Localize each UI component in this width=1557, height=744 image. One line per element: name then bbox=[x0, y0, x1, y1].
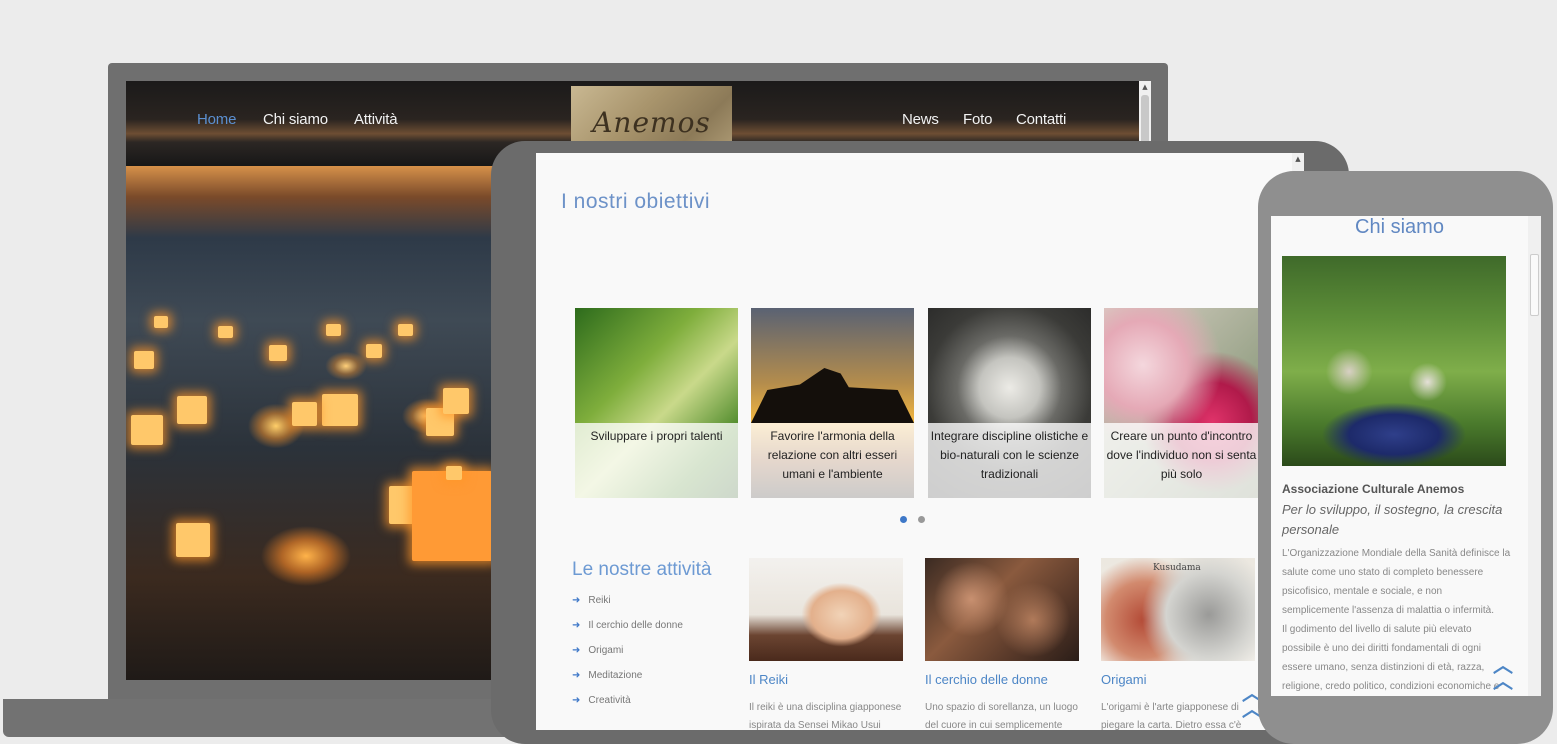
carousel-dot[interactable] bbox=[918, 516, 925, 523]
lantern-shape bbox=[398, 324, 413, 336]
activity-link-reiki[interactable]: ➜ Reiki bbox=[572, 595, 611, 606]
nav-contatti-link[interactable]: Contatti bbox=[1016, 111, 1066, 128]
lantern-shape bbox=[269, 345, 287, 361]
cerchio-card-image[interactable] bbox=[925, 558, 1079, 661]
lantern-shape bbox=[154, 316, 168, 328]
tablet-screen: I nostri obiettivi Sviluppare i propri t… bbox=[536, 153, 1304, 730]
activity-link-creativita[interactable]: ➜ Creatività bbox=[572, 695, 631, 706]
slide-card[interactable]: Sviluppare i propri talenti bbox=[575, 308, 738, 498]
activity-link-meditazione[interactable]: ➜ Meditazione bbox=[572, 670, 642, 681]
slide-caption: Favorire l'armonia della relazione con a… bbox=[751, 423, 914, 498]
horse-silhouette-shape bbox=[751, 368, 914, 423]
arrow-right-icon: ➜ bbox=[572, 595, 581, 606]
org-name: Associazione Culturale Anemos bbox=[1282, 482, 1465, 496]
logo-text: Anemos bbox=[592, 106, 711, 139]
lantern-shape bbox=[412, 471, 492, 561]
slide-caption: Sviluppare i propri talenti bbox=[575, 423, 738, 498]
activity-link-cerchio[interactable]: ➜ Il cerchio delle donne bbox=[572, 620, 683, 631]
scrollbar-thumb[interactable] bbox=[1530, 254, 1539, 316]
lantern-shape bbox=[443, 388, 469, 414]
card-text-origami: L'origami è l'arte giapponese di piegare… bbox=[1101, 702, 1242, 730]
lantern-shape bbox=[177, 396, 207, 424]
slide-card[interactable]: Favorire l'armonia della relazione con a… bbox=[751, 308, 914, 498]
group-photo bbox=[1282, 256, 1506, 466]
carousel-dot-active[interactable] bbox=[900, 516, 907, 523]
card-title-reiki[interactable]: Il Reiki bbox=[749, 672, 788, 687]
arrow-right-icon: ➜ bbox=[572, 645, 581, 656]
activity-link-origami[interactable]: ➜ Origami bbox=[572, 645, 623, 656]
phone-screen: Chi siamo Associazione Culturale Anemos … bbox=[1271, 216, 1541, 696]
slide-caption: Creare un punto d'incontro dove l'indivi… bbox=[1104, 423, 1259, 498]
slide-card[interactable]: Integrare discipline olistiche e bio-nat… bbox=[928, 308, 1091, 498]
scroll-up-arrow-icon[interactable]: ▲ bbox=[1140, 81, 1150, 93]
arrow-right-icon: ➜ bbox=[572, 620, 581, 631]
lantern-shape bbox=[131, 415, 163, 445]
card-title-cerchio[interactable]: Il cerchio delle donne bbox=[925, 672, 1048, 687]
lantern-shape bbox=[326, 324, 341, 336]
kusudama-label: Kusudama bbox=[1153, 563, 1201, 573]
nav-news-link[interactable]: News bbox=[902, 111, 939, 128]
slide-card[interactable]: Creare un punto d'incontro dove l'indivi… bbox=[1104, 308, 1259, 498]
org-tagline: Per lo sviluppo, il sostegno, la crescit… bbox=[1282, 502, 1503, 537]
lantern-shape bbox=[134, 351, 154, 369]
lantern-shape bbox=[176, 523, 210, 557]
lantern-shape bbox=[218, 326, 233, 338]
card-text-cerchio: Uno spazio di sorellanza, un luogo del c… bbox=[925, 702, 1078, 730]
nav-attivita-link[interactable]: Attività bbox=[354, 111, 398, 128]
nav-chi-siamo-link[interactable]: Chi siamo bbox=[263, 111, 328, 128]
nav-home-link[interactable]: Home bbox=[197, 111, 236, 128]
phone-scrollbar[interactable] bbox=[1528, 216, 1541, 696]
arrow-right-icon: ➜ bbox=[572, 695, 581, 706]
arrow-right-icon: ➜ bbox=[572, 670, 581, 681]
page-title: Chi siamo bbox=[1355, 216, 1444, 238]
nav-foto-link[interactable]: Foto bbox=[963, 111, 992, 128]
section-title: I nostri obiettivi bbox=[561, 190, 711, 213]
double-chevron-up-icon[interactable]: ︿ ︿ bbox=[1493, 655, 1513, 691]
lantern-shape bbox=[322, 394, 358, 426]
activities-title: Le nostre attività bbox=[572, 559, 712, 580]
card-title-origami[interactable]: Origami bbox=[1101, 672, 1147, 687]
reiki-card-image[interactable] bbox=[749, 558, 903, 661]
about-paragraph: L'Organizzazione Mondiale della Sanità d… bbox=[1282, 548, 1511, 692]
lantern-shape bbox=[446, 466, 462, 480]
origami-card-image[interactable]: Kusudama bbox=[1101, 558, 1255, 661]
lantern-shape bbox=[292, 402, 317, 426]
card-text-reiki: Il reiki è una disciplina giapponese isp… bbox=[749, 702, 902, 730]
lantern-shape bbox=[366, 344, 382, 358]
scroll-up-arrow-icon[interactable]: ▲ bbox=[1293, 153, 1303, 165]
slide-caption: Integrare discipline olistiche e bio-nat… bbox=[928, 423, 1091, 498]
